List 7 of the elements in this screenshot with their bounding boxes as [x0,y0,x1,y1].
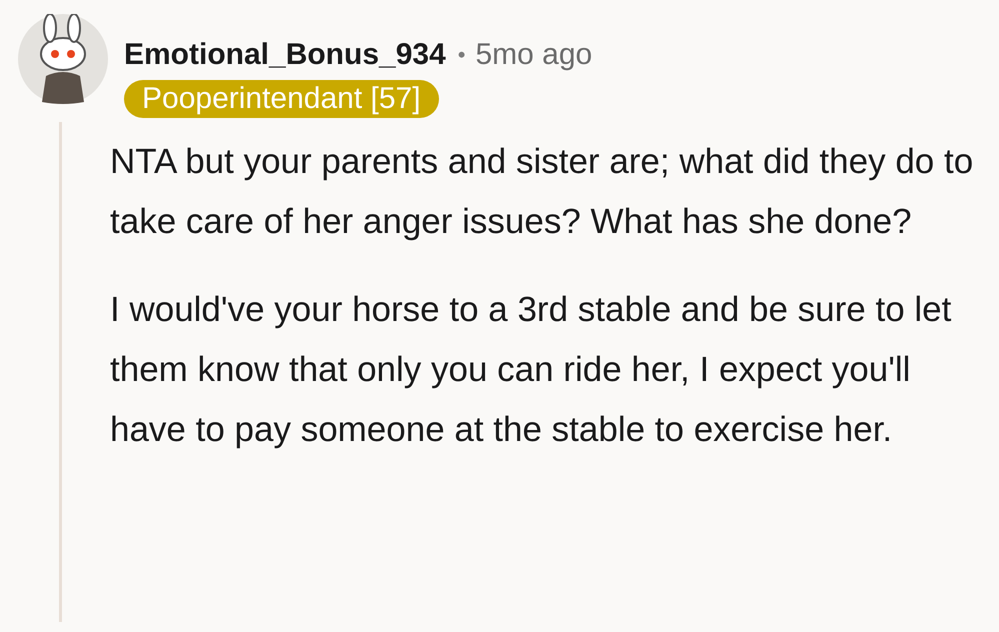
user-flair: Pooperintendant [57] [124,80,439,118]
avatar-icon [18,14,108,104]
comment-paragraph: I would've your horse to a 3rd stable and be sure to let them know that only you can ride her, I expect you'll have to pay someone at the stable to exercise her. [110,289,952,451]
separator-dot: • [458,42,466,68]
username[interactable]: Emotional_Bonus_934 [124,38,446,72]
timestamp: 5mo ago [475,38,592,72]
comment-paragraph: NTA but your parents and sister are; what did they do to take care of her anger issues? What has she done? [110,141,974,243]
